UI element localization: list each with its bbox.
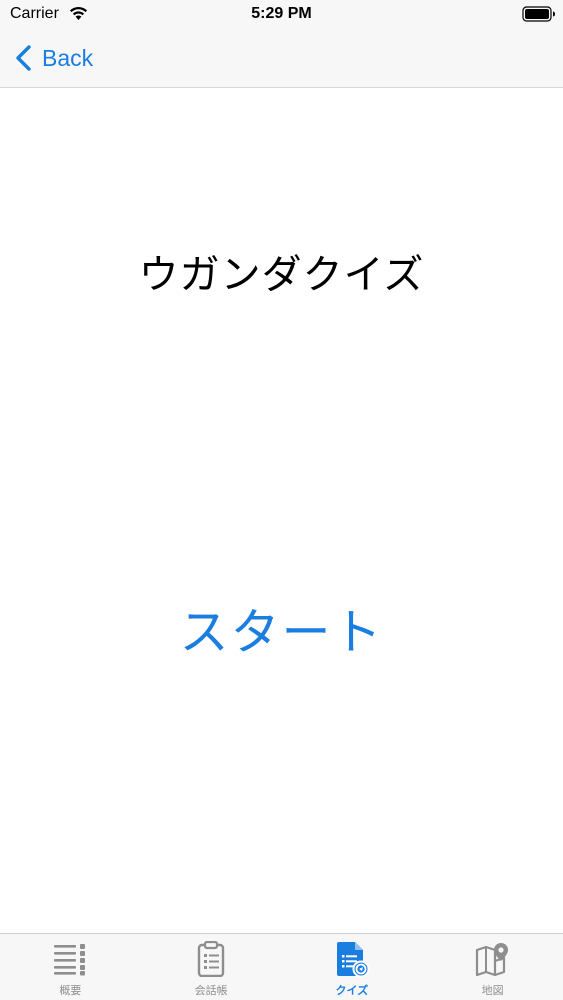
map-pin-icon bbox=[475, 943, 508, 977]
tab-bar: 概要 会話帳 クイズ 地図 bbox=[0, 933, 563, 1000]
back-button[interactable]: Back bbox=[14, 40, 93, 76]
start-button[interactable]: スタート bbox=[160, 592, 403, 664]
tab-label-overview: 概要 bbox=[59, 984, 82, 997]
screen: Carrier 5:29 PM Back ウガンダクイズ スタート 概要 会話帳… bbox=[0, 0, 563, 1000]
quiz-document-icon bbox=[336, 942, 370, 977]
clipboard-icon bbox=[197, 941, 225, 977]
chevron-left-icon bbox=[16, 45, 31, 71]
tab-overview[interactable]: 概要 bbox=[0, 934, 141, 1000]
tab-phrasebook[interactable]: 会話帳 bbox=[141, 934, 282, 1000]
status-bar: Carrier 5:29 PM bbox=[0, 0, 563, 30]
navigation-bar: Back bbox=[0, 30, 563, 88]
tab-quiz[interactable]: クイズ bbox=[282, 934, 423, 1000]
tab-label-map: 地図 bbox=[481, 984, 504, 997]
battery-icon bbox=[522, 6, 555, 22]
list-icon bbox=[54, 944, 86, 976]
quiz-title: ウガンダクイズ bbox=[138, 252, 425, 298]
tab-label-quiz: クイズ bbox=[335, 984, 369, 997]
back-label: Back bbox=[42, 44, 94, 71]
status-time: 5:29 PM bbox=[251, 5, 312, 22]
tab-label-phrasebook: 会話帳 bbox=[194, 984, 228, 997]
tab-map[interactable]: 地図 bbox=[422, 934, 563, 1000]
